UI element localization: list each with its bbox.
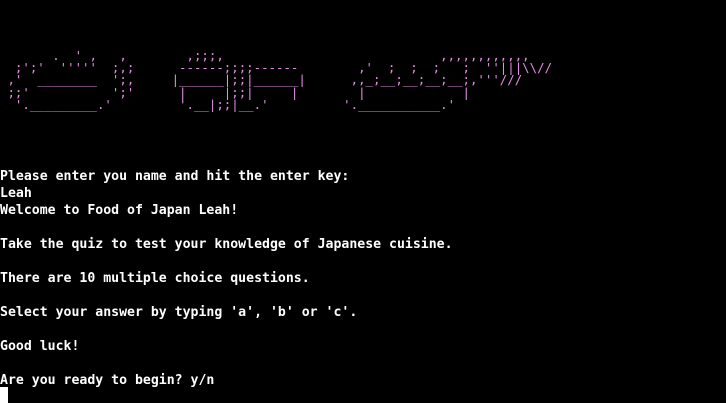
welcome-message: Welcome to Food of Japan Leah! [0,203,239,218]
input-cursor[interactable] [0,387,8,403]
name-prompt: Please enter you name and hit the enter … [0,169,350,184]
user-name-input-echo: Leah [0,186,32,201]
quiz-intro-text: Take the quiz to test your knowledge of … [0,237,453,252]
answer-instructions: Select your answer by typing 'a', 'b' or… [0,305,358,320]
begin-prompt: Are you ready to begin? y/n [0,373,215,388]
question-count-text: There are 10 multiple choice questions. [0,271,310,286]
good-luck-text: Good luck! [0,339,80,354]
terminal-window[interactable]: . ' , , ,;;;, ,,,,,,,,,,,, ;';' ''''' ;,… [0,0,726,403]
terminal-output: Please enter you name and hit the enter … [0,168,726,389]
ascii-art-logo: . ' , , ,;;;, ,,,,,,,,,,,, ;';' ''''' ;,… [7,48,553,112]
